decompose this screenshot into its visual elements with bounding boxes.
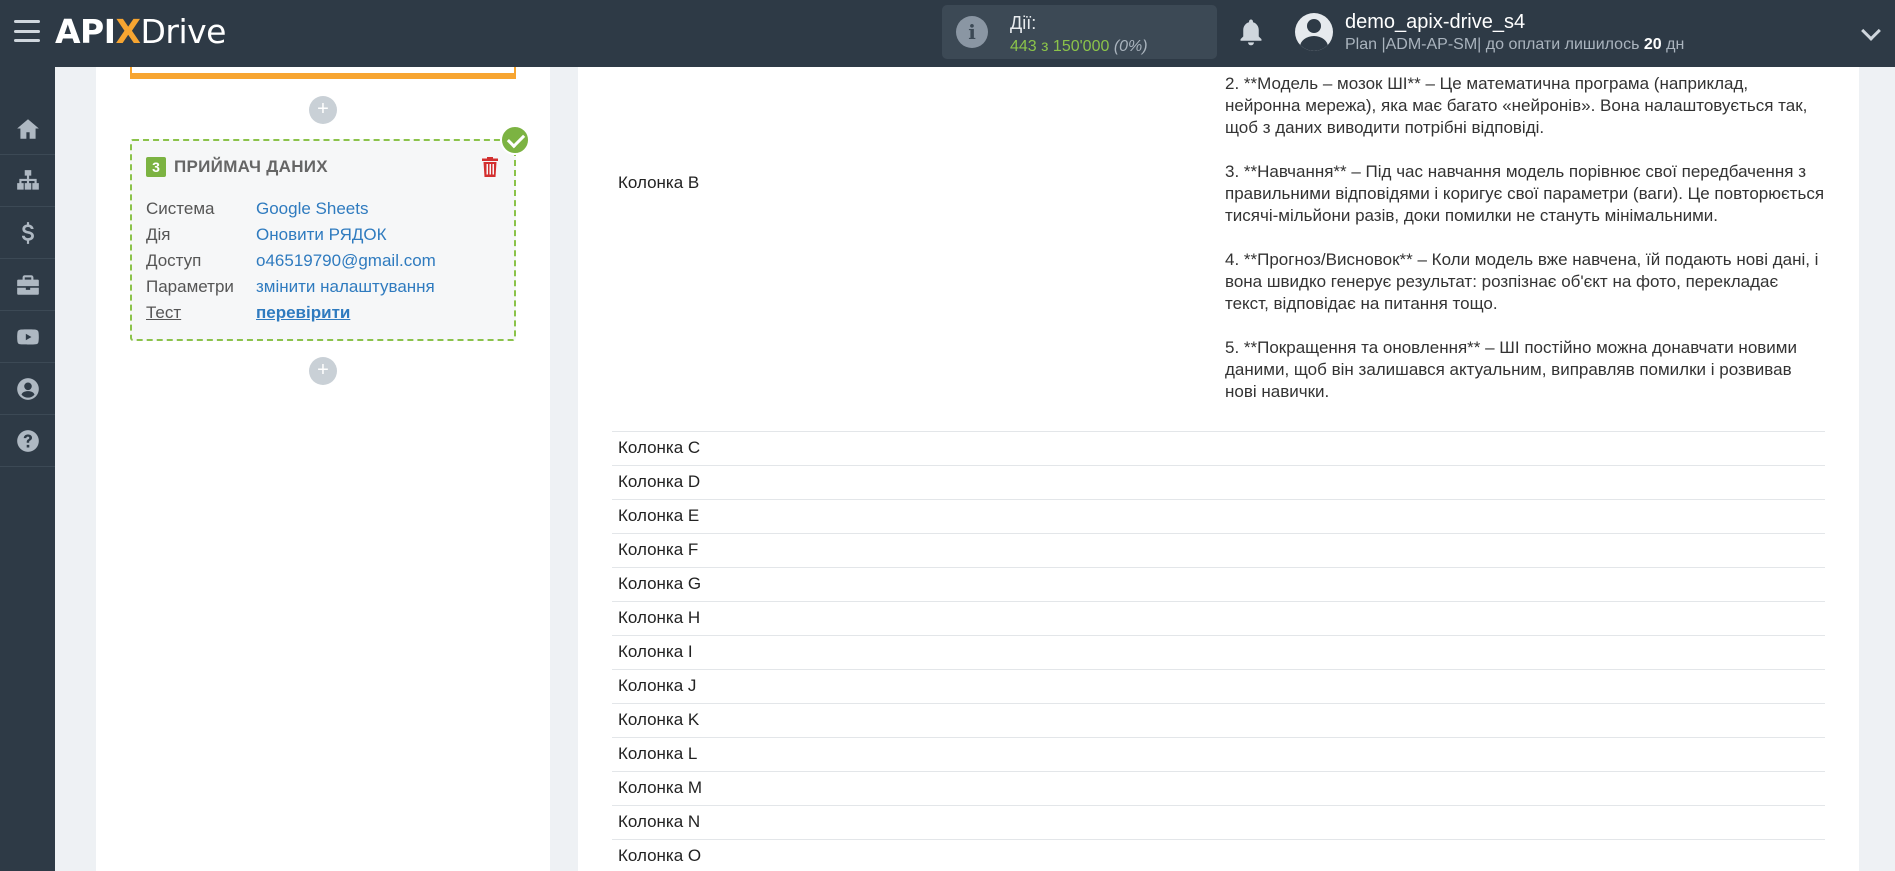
add-step-button[interactable]: + bbox=[309, 96, 337, 124]
row-divider bbox=[612, 601, 1825, 602]
column-label: Колонка L bbox=[618, 744, 698, 763]
system-link[interactable]: Google Sheets bbox=[256, 199, 368, 219]
row-divider bbox=[612, 499, 1825, 500]
add-step-button[interactable]: + bbox=[309, 357, 337, 385]
field-mapping-panel: Колонка B 2. **Модель – мозок ШІ** – Це … bbox=[578, 67, 1859, 871]
sidebar-item-home[interactable] bbox=[0, 103, 55, 155]
row-divider bbox=[612, 533, 1825, 534]
sitemap-icon bbox=[16, 169, 39, 190]
sidebar-item-services[interactable] bbox=[0, 259, 55, 311]
menu-toggle-icon[interactable] bbox=[14, 20, 40, 42]
info-icon: i bbox=[956, 16, 988, 48]
column-label: Колонка J bbox=[618, 676, 697, 695]
test-link[interactable]: перевірити bbox=[256, 303, 350, 323]
actions-label: Дії: bbox=[1010, 13, 1037, 33]
row-divider bbox=[612, 703, 1825, 704]
column-label: Колонка G bbox=[618, 574, 702, 593]
home-icon bbox=[16, 118, 39, 139]
sidebar-item-account[interactable] bbox=[0, 363, 55, 415]
user-circle-icon bbox=[16, 377, 39, 400]
trash-icon[interactable] bbox=[482, 157, 498, 177]
bell-icon[interactable] bbox=[1236, 17, 1266, 49]
flow-editor-panel: + 3 ПРИЙМАЧ ДАНИХ Система Google Sheets … bbox=[96, 67, 550, 871]
youtube-icon bbox=[16, 328, 39, 345]
user-name[interactable]: demo_apix-drive_s4 bbox=[1345, 11, 1525, 34]
help-icon bbox=[16, 429, 39, 452]
column-b-value[interactable]: 2. **Модель – мозок ШІ** – Це математичн… bbox=[1225, 73, 1825, 425]
row-divider bbox=[612, 771, 1825, 772]
actions-count: 443 з 150'000 (0%) bbox=[1010, 38, 1148, 55]
sidebar-item-billing[interactable] bbox=[0, 207, 55, 259]
column-label: Колонка M bbox=[618, 778, 703, 797]
column-label: Колонка O bbox=[618, 846, 702, 865]
column-label: Колонка K bbox=[618, 710, 700, 729]
access-link[interactable]: o46519790@gmail.com bbox=[256, 251, 436, 271]
apix-drive-logo[interactable]: APIXDrive bbox=[55, 12, 226, 51]
row-divider bbox=[612, 465, 1825, 466]
sidebar bbox=[0, 67, 55, 871]
column-label: Колонка C bbox=[618, 438, 701, 457]
column-label: Колонка I bbox=[618, 642, 693, 661]
column-label: Колонка H bbox=[618, 608, 701, 627]
column-label: Колонка E bbox=[618, 506, 700, 525]
row-divider bbox=[612, 567, 1825, 568]
sidebar-item-videos[interactable] bbox=[0, 311, 55, 363]
column-label: Колонка D bbox=[618, 472, 701, 491]
sidebar-item-flows[interactable] bbox=[0, 155, 55, 207]
check-icon bbox=[500, 125, 530, 155]
briefcase-icon bbox=[16, 274, 39, 295]
action-link[interactable]: Оновити РЯДОК bbox=[256, 225, 386, 245]
actions-counter[interactable]: i Дії: 443 з 150'000 (0%) bbox=[942, 5, 1217, 59]
row-divider bbox=[612, 669, 1825, 670]
previous-step-card[interactable] bbox=[130, 67, 516, 79]
params-link[interactable]: змінити налаштування bbox=[256, 277, 435, 297]
row-divider bbox=[612, 805, 1825, 806]
column-label-b: Колонка B bbox=[618, 173, 700, 192]
row-divider bbox=[612, 635, 1825, 636]
card-title: ПРИЙМАЧ ДАНИХ bbox=[174, 157, 328, 176]
top-header: APIXDrive i Дії: 443 з 150'000 (0%) demo… bbox=[0, 0, 1895, 67]
step-number: 3 bbox=[146, 157, 166, 177]
row-divider bbox=[612, 839, 1825, 840]
dollar-icon bbox=[21, 221, 34, 244]
chevron-down-icon[interactable] bbox=[1861, 21, 1881, 41]
row-divider bbox=[612, 737, 1825, 738]
column-label: Колонка N bbox=[618, 812, 701, 831]
data-receiver-card[interactable]: 3 ПРИЙМАЧ ДАНИХ Система Google Sheets Ді… bbox=[130, 139, 516, 341]
column-label: Колонка F bbox=[618, 540, 699, 559]
user-plan: Plan |ADM-AP-SM| до оплати лишилось 20 д… bbox=[1345, 36, 1685, 53]
avatar-icon[interactable] bbox=[1295, 13, 1333, 51]
sidebar-item-help[interactable] bbox=[0, 415, 55, 467]
